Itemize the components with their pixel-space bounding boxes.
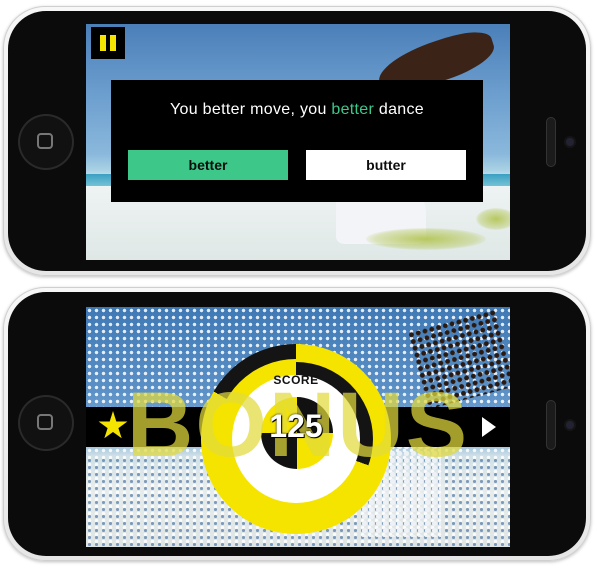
score-value: 125 — [269, 408, 323, 444]
pause-icon — [110, 35, 116, 51]
lyric-text: You better move, you better dance — [170, 101, 424, 118]
pause-button[interactable] — [91, 27, 125, 59]
home-button[interactable] — [18, 114, 74, 170]
home-button[interactable] — [18, 395, 74, 451]
beach-plant — [476, 208, 510, 230]
score-label: SCORE — [273, 373, 319, 387]
speaker-grille — [546, 117, 556, 167]
bonus-screen: BONUS SCORE 125 — [86, 307, 510, 547]
speaker-grille — [546, 400, 556, 450]
pause-icon — [100, 35, 106, 51]
answer-button-better[interactable]: better — [128, 150, 288, 180]
lyric-highlight: better — [331, 101, 375, 118]
quiz-screen: You better move, you better dance better… — [86, 24, 510, 260]
front-camera — [566, 138, 574, 146]
front-camera — [566, 421, 574, 429]
beach-plant — [366, 228, 486, 250]
lyric-question-panel: You better move, you better dance better… — [111, 80, 483, 202]
answer-button-butter[interactable]: butter — [306, 150, 466, 180]
